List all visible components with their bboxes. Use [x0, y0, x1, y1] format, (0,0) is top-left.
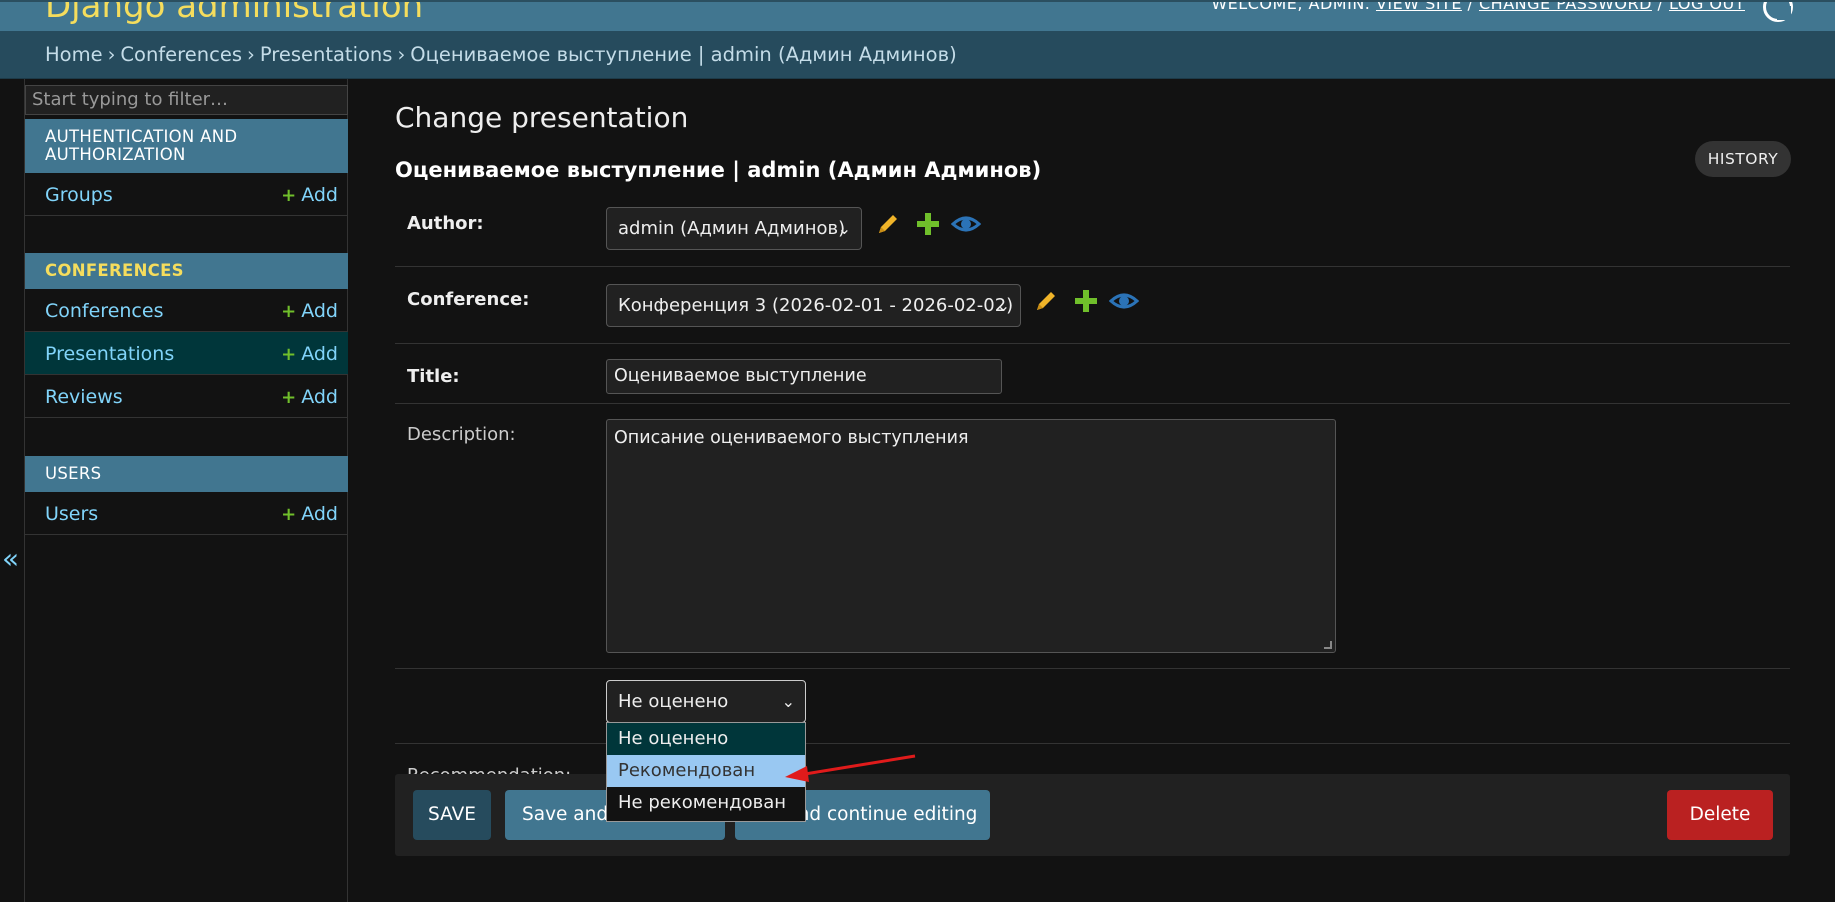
- plus-icon: +: [281, 185, 297, 206]
- add-label: Add: [301, 184, 338, 206]
- breadcrumb-app[interactable]: Conferences: [120, 43, 242, 66]
- pencil-icon[interactable]: [1031, 286, 1061, 316]
- add-link[interactable]: + Add: [281, 343, 338, 365]
- sidebar-item-conferences: Conferences + Add: [25, 289, 348, 332]
- chevron-down-icon: ⌄: [781, 692, 795, 711]
- form-row-conference: Conference: Конференция 3 (2026-02-01 - …: [395, 267, 1790, 344]
- description-text: Описание оцениваемого выступления: [614, 428, 969, 448]
- plus-icon: +: [281, 344, 297, 365]
- sidebar-item-label[interactable]: Conferences: [45, 300, 163, 322]
- conference-select-value: Конференция 3 (2026-02-01 - 2026-02-02): [618, 295, 1014, 316]
- welcome-text: WELCOME, ADMIN.: [1211, 0, 1371, 13]
- form-row-author: Author: admin (Админ Админов) ⌄: [395, 191, 1790, 267]
- change-password-link[interactable]: CHANGE PASSWORD: [1479, 2, 1652, 13]
- add-label: Add: [301, 300, 338, 322]
- save-button[interactable]: SAVE: [413, 790, 491, 840]
- object-title: Оцениваемое выступление | admin (Админ А…: [395, 158, 1042, 182]
- sidebar-item-label[interactable]: Groups: [45, 184, 113, 206]
- dropdown-option[interactable]: Не рекомендован: [607, 787, 805, 819]
- module-auth: AUTHENTICATION AND AUTHORIZATION Groups …: [25, 119, 348, 216]
- dropdown-option[interactable]: Не оценено: [607, 723, 805, 755]
- sidebar: Start typing to filter… AUTHENTICATION A…: [25, 79, 348, 902]
- page-title: Change presentation: [395, 101, 689, 134]
- user-tools: WELCOME, ADMIN. VIEW SITE / CHANGE PASSW…: [1211, 0, 1745, 13]
- site-branding[interactable]: Django administration: [45, 2, 423, 26]
- author-label: Author:: [407, 213, 484, 234]
- log-out-link[interactable]: LOG OUT: [1669, 2, 1745, 13]
- page: Django administration WELCOME, ADMIN. VI…: [0, 0, 1835, 902]
- recommendation-select[interactable]: Не оценено ⌄: [606, 680, 806, 723]
- recommendation-select-value: Не оценено: [618, 691, 729, 712]
- pencil-icon[interactable]: [873, 209, 903, 239]
- chevron-down-icon: ⌄: [996, 296, 1010, 315]
- conference-select[interactable]: Конференция 3 (2026-02-01 - 2026-02-02) …: [606, 284, 1021, 327]
- breadcrumb: Home › Conferences › Presentations › Оцениваем…: [0, 31, 1835, 79]
- module-caption[interactable]: USERS: [25, 456, 348, 492]
- add-link[interactable]: + Add: [281, 386, 338, 408]
- annotation-arrow-icon: [785, 754, 916, 782]
- breadcrumb-current: Оцениваемое выступление | admin (Админ А…: [410, 43, 957, 66]
- description-label: Description:: [407, 424, 516, 445]
- theme-toggle-icon[interactable]: [1763, 2, 1793, 22]
- author-select-value: admin (Админ Админов): [618, 218, 846, 239]
- dropdown-option[interactable]: Рекомендован: [607, 755, 805, 787]
- title-input[interactable]: Оцениваемое выступление: [606, 359, 1002, 394]
- title-label: Title:: [407, 366, 460, 387]
- recommendation-dropdown: Не оценено Рекомендован Не рекомендован: [606, 722, 806, 822]
- plus-icon: +: [281, 387, 297, 408]
- form-row-title: Title: Оцениваемое выступление: [395, 344, 1790, 404]
- add-link[interactable]: + Add: [281, 503, 338, 525]
- sidebar-item-groups: Groups + Add: [25, 173, 348, 216]
- form-row-description: Description: Описание оцениваемого высту…: [395, 404, 1790, 669]
- eye-icon[interactable]: [951, 209, 981, 239]
- author-select[interactable]: admin (Админ Админов) ⌄: [606, 207, 862, 250]
- chevron-down-icon: ⌄: [837, 219, 851, 238]
- plus-icon: +: [281, 301, 297, 322]
- sidebar-item-label[interactable]: Reviews: [45, 386, 123, 408]
- add-label: Add: [301, 386, 338, 408]
- add-link[interactable]: + Add: [281, 184, 338, 206]
- sidebar-item-label[interactable]: Users: [45, 503, 98, 525]
- separator: /: [1461, 0, 1479, 13]
- delete-button[interactable]: Delete: [1667, 790, 1773, 840]
- eye-icon[interactable]: [1109, 286, 1139, 316]
- module-conferences: CONFERENCES Conferences + Add Presentatio…: [25, 253, 348, 418]
- sidebar-item-presentations: Presentations + Add: [25, 332, 348, 375]
- sidebar-item-users: Users + Add: [25, 492, 348, 535]
- breadcrumb-model[interactable]: Presentations: [260, 43, 393, 66]
- view-site-link[interactable]: VIEW SITE: [1376, 2, 1462, 13]
- breadcrumb-separator: ›: [107, 43, 116, 66]
- nav-filter-input[interactable]: Start typing to filter…: [25, 85, 348, 115]
- form-row-recommendation: Recommendation:: [395, 669, 1790, 786]
- breadcrumb-separator: ›: [397, 43, 406, 66]
- submit-row: SAVE Save and add another Save and conti…: [395, 774, 1790, 856]
- resize-handle-icon[interactable]: [1324, 641, 1332, 649]
- add-label: Add: [301, 503, 338, 525]
- breadcrumb-separator: ›: [247, 43, 255, 66]
- module-users: USERS Users + Add: [25, 456, 348, 535]
- header: Django administration WELCOME, ADMIN. VI…: [0, 0, 1835, 31]
- module-caption[interactable]: AUTHENTICATION AND AUTHORIZATION: [25, 119, 348, 173]
- module-caption[interactable]: CONFERENCES: [25, 253, 348, 289]
- sidebar-item-label[interactable]: Presentations: [45, 343, 174, 365]
- plus-icon: +: [281, 504, 297, 525]
- add-related-icon[interactable]: [1071, 286, 1101, 316]
- separator: /: [1651, 0, 1669, 13]
- add-related-icon[interactable]: [913, 209, 943, 239]
- history-button[interactable]: HISTORY: [1695, 141, 1791, 177]
- description-textarea[interactable]: Описание оцениваемого выступления: [606, 419, 1336, 653]
- double-chevron-left-icon: «: [2, 542, 20, 575]
- conference-label: Conference:: [407, 289, 530, 310]
- add-label: Add: [301, 343, 338, 365]
- main-content: Change presentation Оцениваемое выступле…: [395, 79, 1791, 902]
- breadcrumb-home[interactable]: Home: [45, 43, 103, 66]
- sidebar-collapse-toggle[interactable]: «: [0, 79, 25, 902]
- add-link[interactable]: + Add: [281, 300, 338, 322]
- sidebar-item-reviews: Reviews + Add: [25, 375, 348, 418]
